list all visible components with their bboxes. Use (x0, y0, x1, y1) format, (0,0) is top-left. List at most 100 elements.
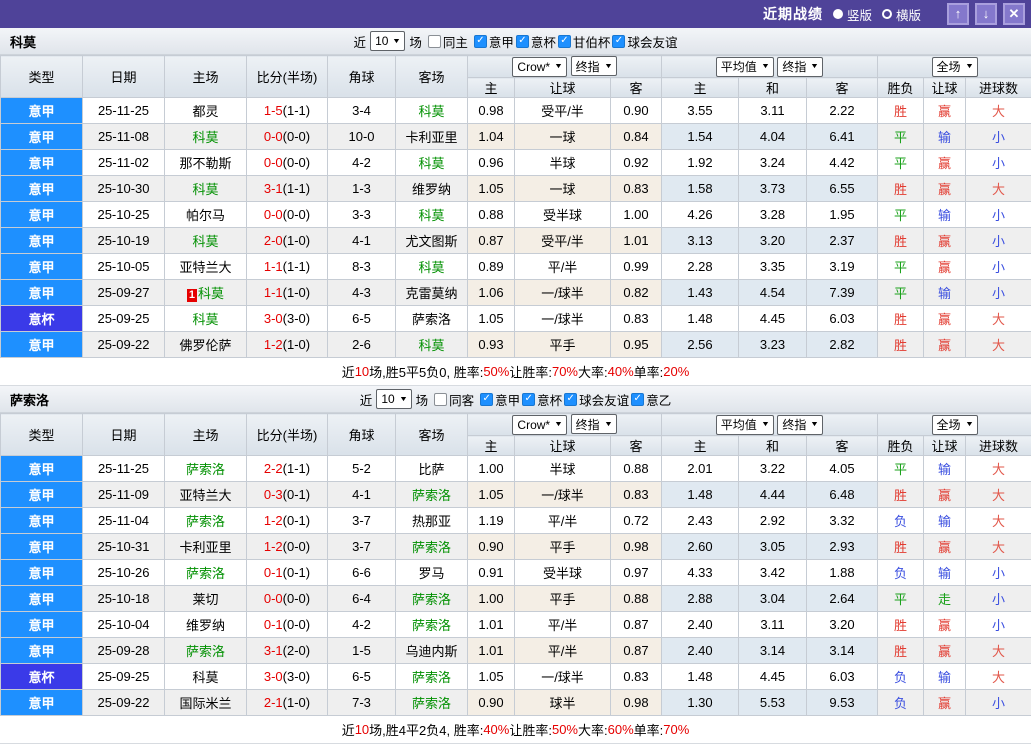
odds-time-select[interactable]: 终指▼ (571, 414, 617, 434)
same-venue-checkbox[interactable]: 同主 (428, 32, 468, 51)
chevron-down-icon: ▼ (810, 421, 819, 428)
home-team-cell: 帕尔马 (165, 202, 247, 228)
league-cell: 意甲 (1, 176, 83, 202)
fulltime-score: 2-1 (264, 695, 283, 710)
home-team-name: 那不勒斯 (179, 156, 231, 171)
scope-select[interactable]: 全场▼ (932, 415, 978, 435)
league-cell: 意甲 (1, 508, 83, 534)
same-venue-checkbox[interactable]: 同客 (434, 390, 474, 409)
league-filter-checkbox[interactable]: ✓球会友谊 (564, 390, 629, 409)
league-filter-checkbox[interactable]: ✓意甲 (480, 390, 520, 409)
halftime-score: (1-1) (283, 181, 310, 196)
avg-time-select[interactable]: 终指▼ (777, 415, 823, 435)
move-up-button[interactable]: ↑ (947, 3, 969, 25)
score-cell: 1-2(0-1) (247, 508, 328, 534)
score-cell: 0-0(0-0) (247, 150, 328, 176)
summary-text: 60% (608, 722, 634, 737)
near-label: 近 (354, 32, 367, 51)
avg-draw-odds-cell: 4.54 (739, 280, 807, 306)
result-wdl-cell: 平 (878, 202, 924, 228)
league-filter-checkbox[interactable]: ✓意甲 (474, 32, 514, 51)
handicap-line-cell: 受平/半 (515, 98, 611, 124)
result-handicap-cell: 赢 (924, 98, 966, 124)
result-handicap-cell: 赢 (924, 228, 966, 254)
league-filter-checkbox[interactable]: ✓意杯 (522, 390, 562, 409)
avg-away-odds-cell: 7.39 (807, 280, 878, 306)
league-filter-checkbox[interactable]: ✓球会友谊 (612, 32, 677, 51)
col-header-odds-away: 客 (611, 78, 662, 98)
summary-text: 大率: (578, 362, 608, 381)
radio-vertical-layout[interactable]: 竖版 (833, 5, 872, 24)
result-wdl-cell: 胜 (878, 176, 924, 202)
corners-cell: 3-7 (328, 508, 396, 534)
avg-odds-value: 平均值 (721, 58, 757, 75)
checkbox-checked-icon: ✓ (480, 393, 493, 406)
radio-horizontal-layout[interactable]: 横版 (882, 5, 921, 24)
league-cell: 意甲 (1, 280, 83, 306)
score-cell: 2-2(1-1) (247, 456, 328, 482)
score-cell: 2-0(1-0) (247, 228, 328, 254)
result-handicap-cell: 输 (924, 456, 966, 482)
games-count-select[interactable]: 10 ▼ (376, 389, 411, 409)
league-filter-checkbox[interactable]: ✓意乙 (631, 390, 671, 409)
result-wdl-cell: 平 (878, 124, 924, 150)
col-header-date: 日期 (83, 56, 165, 98)
handicap-line-cell: 一/球半 (515, 664, 611, 690)
date-cell: 25-10-31 (83, 534, 165, 560)
result-handicap-cell: 赢 (924, 638, 966, 664)
close-button[interactable]: ✕ (1003, 3, 1025, 25)
home-team-name: 科莫 (192, 312, 218, 327)
result-goals-cell: 大 (966, 638, 1031, 664)
col-header-score: 比分(半场) (247, 414, 328, 456)
away-team-name: 科莫 (418, 338, 444, 353)
league-filter-checkbox[interactable]: ✓意杯 (516, 32, 556, 51)
avg-home-odds-cell: 2.01 (662, 456, 739, 482)
avg-odds-select[interactable]: 平均值▼ (716, 57, 774, 77)
date-cell: 25-11-02 (83, 150, 165, 176)
handicap-line-cell: 一球 (515, 176, 611, 202)
handicap-away-odds-cell: 1.01 (611, 228, 662, 254)
avg-away-odds-cell: 2.82 (807, 332, 878, 358)
avg-away-odds-cell: 6.41 (807, 124, 878, 150)
col-header-odds-line: 让球 (515, 78, 611, 98)
summary-text: 10 (355, 364, 369, 379)
result-goals-cell: 大 (966, 306, 1031, 332)
away-team-name: 科莫 (418, 104, 444, 119)
corners-cell: 3-7 (328, 534, 396, 560)
away-team-name: 萨索洛 (412, 312, 451, 327)
odds-company-select[interactable]: Crow*▼ (512, 57, 567, 77)
result-goals-cell: 小 (966, 690, 1031, 716)
odds-time-select[interactable]: 终指▼ (571, 56, 617, 76)
league-cell: 意甲 (1, 482, 83, 508)
checkbox-checked-icon: ✓ (558, 35, 571, 48)
col-header-goals: 进球数 (966, 78, 1031, 98)
summary-text: 40% (483, 722, 509, 737)
team-name: 萨索洛 (10, 390, 49, 409)
handicap-home-odds-cell: 0.88 (468, 202, 515, 228)
handicap-home-odds-cell: 0.96 (468, 150, 515, 176)
avg-away-odds-cell: 4.42 (807, 150, 878, 176)
title-group: 近期战绩 竖版 横版 (763, 4, 921, 24)
col-header-avg-draw: 和 (739, 78, 807, 98)
score-cell: 0-1(0-1) (247, 560, 328, 586)
away-team-cell: 萨索洛 (396, 690, 468, 716)
handicap-home-odds-cell: 0.87 (468, 228, 515, 254)
away-team-cell: 尤文图斯 (396, 228, 468, 254)
result-handicap-cell: 赢 (924, 176, 966, 202)
handicap-line-cell: 球半 (515, 690, 611, 716)
score-cell: 0-0(0-0) (247, 586, 328, 612)
games-count-select[interactable]: 10 ▼ (370, 31, 405, 51)
away-team-name: 尤文图斯 (405, 234, 457, 249)
league-filter-checkbox[interactable]: ✓甘伯杯 (558, 32, 611, 51)
home-team-name: 萨索洛 (186, 462, 225, 477)
avg-time-select[interactable]: 终指▼ (777, 57, 823, 77)
score-cell: 2-1(1-0) (247, 690, 328, 716)
league-filter-label: 意杯 (531, 32, 556, 51)
odds-company-select[interactable]: Crow*▼ (512, 415, 567, 435)
avg-odds-select[interactable]: 平均值▼ (716, 415, 774, 435)
away-team-name: 萨索洛 (412, 696, 451, 711)
scope-select[interactable]: 全场▼ (932, 57, 978, 77)
move-down-button[interactable]: ↓ (975, 3, 997, 25)
league-filter-label: 意杯 (537, 390, 562, 409)
result-goals-cell: 小 (966, 150, 1031, 176)
